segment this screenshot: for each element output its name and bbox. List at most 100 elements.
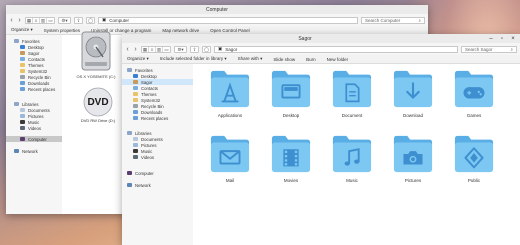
applications-icon <box>210 70 250 108</box>
gear-icon[interactable]: ⚙▾ <box>59 18 70 23</box>
cover-flow-icon[interactable]: ▭ <box>163 47 170 52</box>
pictures-icon <box>20 114 25 118</box>
music-icon <box>20 120 25 124</box>
icon-view-icon[interactable]: ▦ <box>26 17 33 23</box>
user-folder-icon <box>133 80 138 84</box>
folder-desktop[interactable]: Desktop <box>261 68 321 118</box>
command-bar: Organize ▾ Include selected folder in li… <box>122 55 520 64</box>
documents-icon <box>20 108 25 112</box>
recycle-bin-icon <box>133 104 138 108</box>
user-folder-icon: ▣ <box>218 46 223 51</box>
camera-icon <box>393 135 433 173</box>
tag-button[interactable]: ◯ <box>202 45 211 53</box>
system-properties-button[interactable]: System properties <box>44 28 80 33</box>
search-input[interactable]: Search Computer ⌕ <box>361 16 425 24</box>
computer-icon <box>20 137 25 141</box>
forward-arrow-icon[interactable]: › <box>17 17 22 24</box>
downloads-icon <box>133 110 138 114</box>
tag-icon[interactable]: ◯ <box>203 47 210 52</box>
folder-music[interactable]: Music <box>322 133 382 183</box>
breadcrumb[interactable]: Sagor <box>225 47 237 52</box>
title-bar[interactable]: Computer <box>6 5 428 14</box>
folder-mail[interactable]: Mail <box>200 133 260 183</box>
organize-button[interactable]: Organize ▾ <box>127 56 149 62</box>
view-mode-switcher[interactable]: ▦ ≡ ▥ ▭ <box>25 16 55 24</box>
videos-icon <box>133 155 138 159</box>
music-note-icon <box>332 135 372 173</box>
map-network-drive-button[interactable]: Map network drive <box>162 28 199 33</box>
pictures-icon <box>133 143 138 147</box>
folder-icon <box>20 63 25 67</box>
list-view-icon[interactable]: ≡ <box>149 46 156 52</box>
drive-c[interactable]: OS X YOSEMITE (C:) <box>76 31 116 79</box>
folder-download[interactable]: Download <box>383 68 443 118</box>
slide-show-button[interactable]: Slide show <box>273 57 295 62</box>
share-with-button[interactable]: Share with ▾ <box>238 56 263 62</box>
address-bar[interactable]: ▣ Computer <box>98 16 358 24</box>
address-bar[interactable]: ▣ Sagor <box>214 45 458 53</box>
sagor-window[interactable]: Sagor – ▫ × ‹ › ▦ ≡ ▥ ▭ ⚙▾ ⇪ ◯ ▣ Sagor S… <box>122 34 520 245</box>
back-arrow-icon[interactable]: ‹ <box>9 17 14 24</box>
search-input[interactable]: Search Sagor ⌕ <box>461 45 517 53</box>
sidebar-item-network[interactable]: Network <box>127 182 193 188</box>
maximize-icon[interactable]: ▫ <box>499 36 505 42</box>
folder-movies[interactable]: Movies <box>261 133 321 183</box>
new-folder-button[interactable]: New folder <box>327 57 349 62</box>
include-in-library-button[interactable]: Include selected folder in library ▾ <box>160 56 227 62</box>
search-placeholder: Search Sagor <box>465 46 493 52</box>
share-icon[interactable]: ⇪ <box>75 18 82 23</box>
open-control-panel-button[interactable]: Open Control Panel <box>210 28 250 33</box>
folder-public[interactable]: Public <box>444 133 504 183</box>
folder-document[interactable]: Document <box>322 68 382 118</box>
hard-drive-icon <box>81 31 111 71</box>
cover-flow-icon[interactable]: ▭ <box>47 18 54 23</box>
folder-label: Mail <box>225 178 235 183</box>
folder-applications[interactable]: Applications <box>200 68 260 118</box>
back-arrow-icon[interactable]: ‹ <box>125 46 130 53</box>
recycle-bin-icon <box>20 75 25 79</box>
share-icon[interactable]: ⇪ <box>191 47 198 52</box>
column-view-icon[interactable]: ▥ <box>40 17 47 23</box>
folder-pictures[interactable]: Pictures <box>383 133 443 183</box>
tag-icon[interactable]: ◯ <box>87 18 94 23</box>
contacts-icon <box>133 86 138 90</box>
search-icon[interactable]: ⌕ <box>510 47 513 52</box>
downloads-icon <box>20 81 25 85</box>
mail-icon <box>210 135 250 173</box>
tag-button[interactable]: ◯ <box>86 16 95 24</box>
action-button[interactable]: ⚙▾ <box>58 16 71 24</box>
library-icon <box>14 102 19 106</box>
star-icon <box>14 39 19 43</box>
close-icon[interactable]: × <box>510 36 516 42</box>
icon-view-icon[interactable]: ▦ <box>142 46 149 52</box>
burn-button[interactable]: Burn <box>306 57 316 62</box>
folder-label: Applications <box>217 113 243 118</box>
network-icon <box>127 183 132 187</box>
folder-label: Movies <box>283 178 299 183</box>
title-bar[interactable]: Sagor – ▫ × <box>122 34 520 43</box>
column-view-icon[interactable]: ▥ <box>156 46 163 52</box>
window-controls: – ▫ × <box>488 36 520 42</box>
drive-c-label: OS X YOSEMITE (C:) <box>76 74 116 79</box>
navigation-bar: ‹ › ▦ ≡ ▥ ▭ ⚙▾ ⇪ ◯ ▣ Sagor Search Sagor … <box>122 43 520 55</box>
breadcrumb[interactable]: Computer <box>109 18 129 23</box>
sidebar-item-network[interactable]: Network <box>14 148 62 154</box>
gamepad-icon <box>454 70 494 108</box>
computer-icon: ▣ <box>102 17 107 22</box>
desktop-icon <box>271 70 311 108</box>
share-button[interactable]: ⇪ <box>190 45 199 53</box>
action-button[interactable]: ⚙▾ <box>174 45 187 53</box>
view-mode-switcher[interactable]: ▦ ≡ ▥ ▭ <box>141 45 171 53</box>
folder-games[interactable]: Games <box>444 68 504 118</box>
minimize-icon[interactable]: – <box>488 36 494 42</box>
forward-arrow-icon[interactable]: › <box>133 46 138 53</box>
gear-icon[interactable]: ⚙▾ <box>175 47 186 52</box>
folder-label: Public <box>467 178 481 183</box>
drive-d[interactable]: DVD DVD RW Drive (D:) <box>78 87 118 123</box>
folder-label: Download <box>402 113 423 118</box>
share-button[interactable]: ⇪ <box>74 16 83 24</box>
list-view-icon[interactable]: ≡ <box>33 17 40 23</box>
window-title: Computer <box>206 6 228 13</box>
search-icon[interactable]: ⌕ <box>418 18 421 23</box>
organize-button[interactable]: Organize ▾ <box>11 27 33 33</box>
